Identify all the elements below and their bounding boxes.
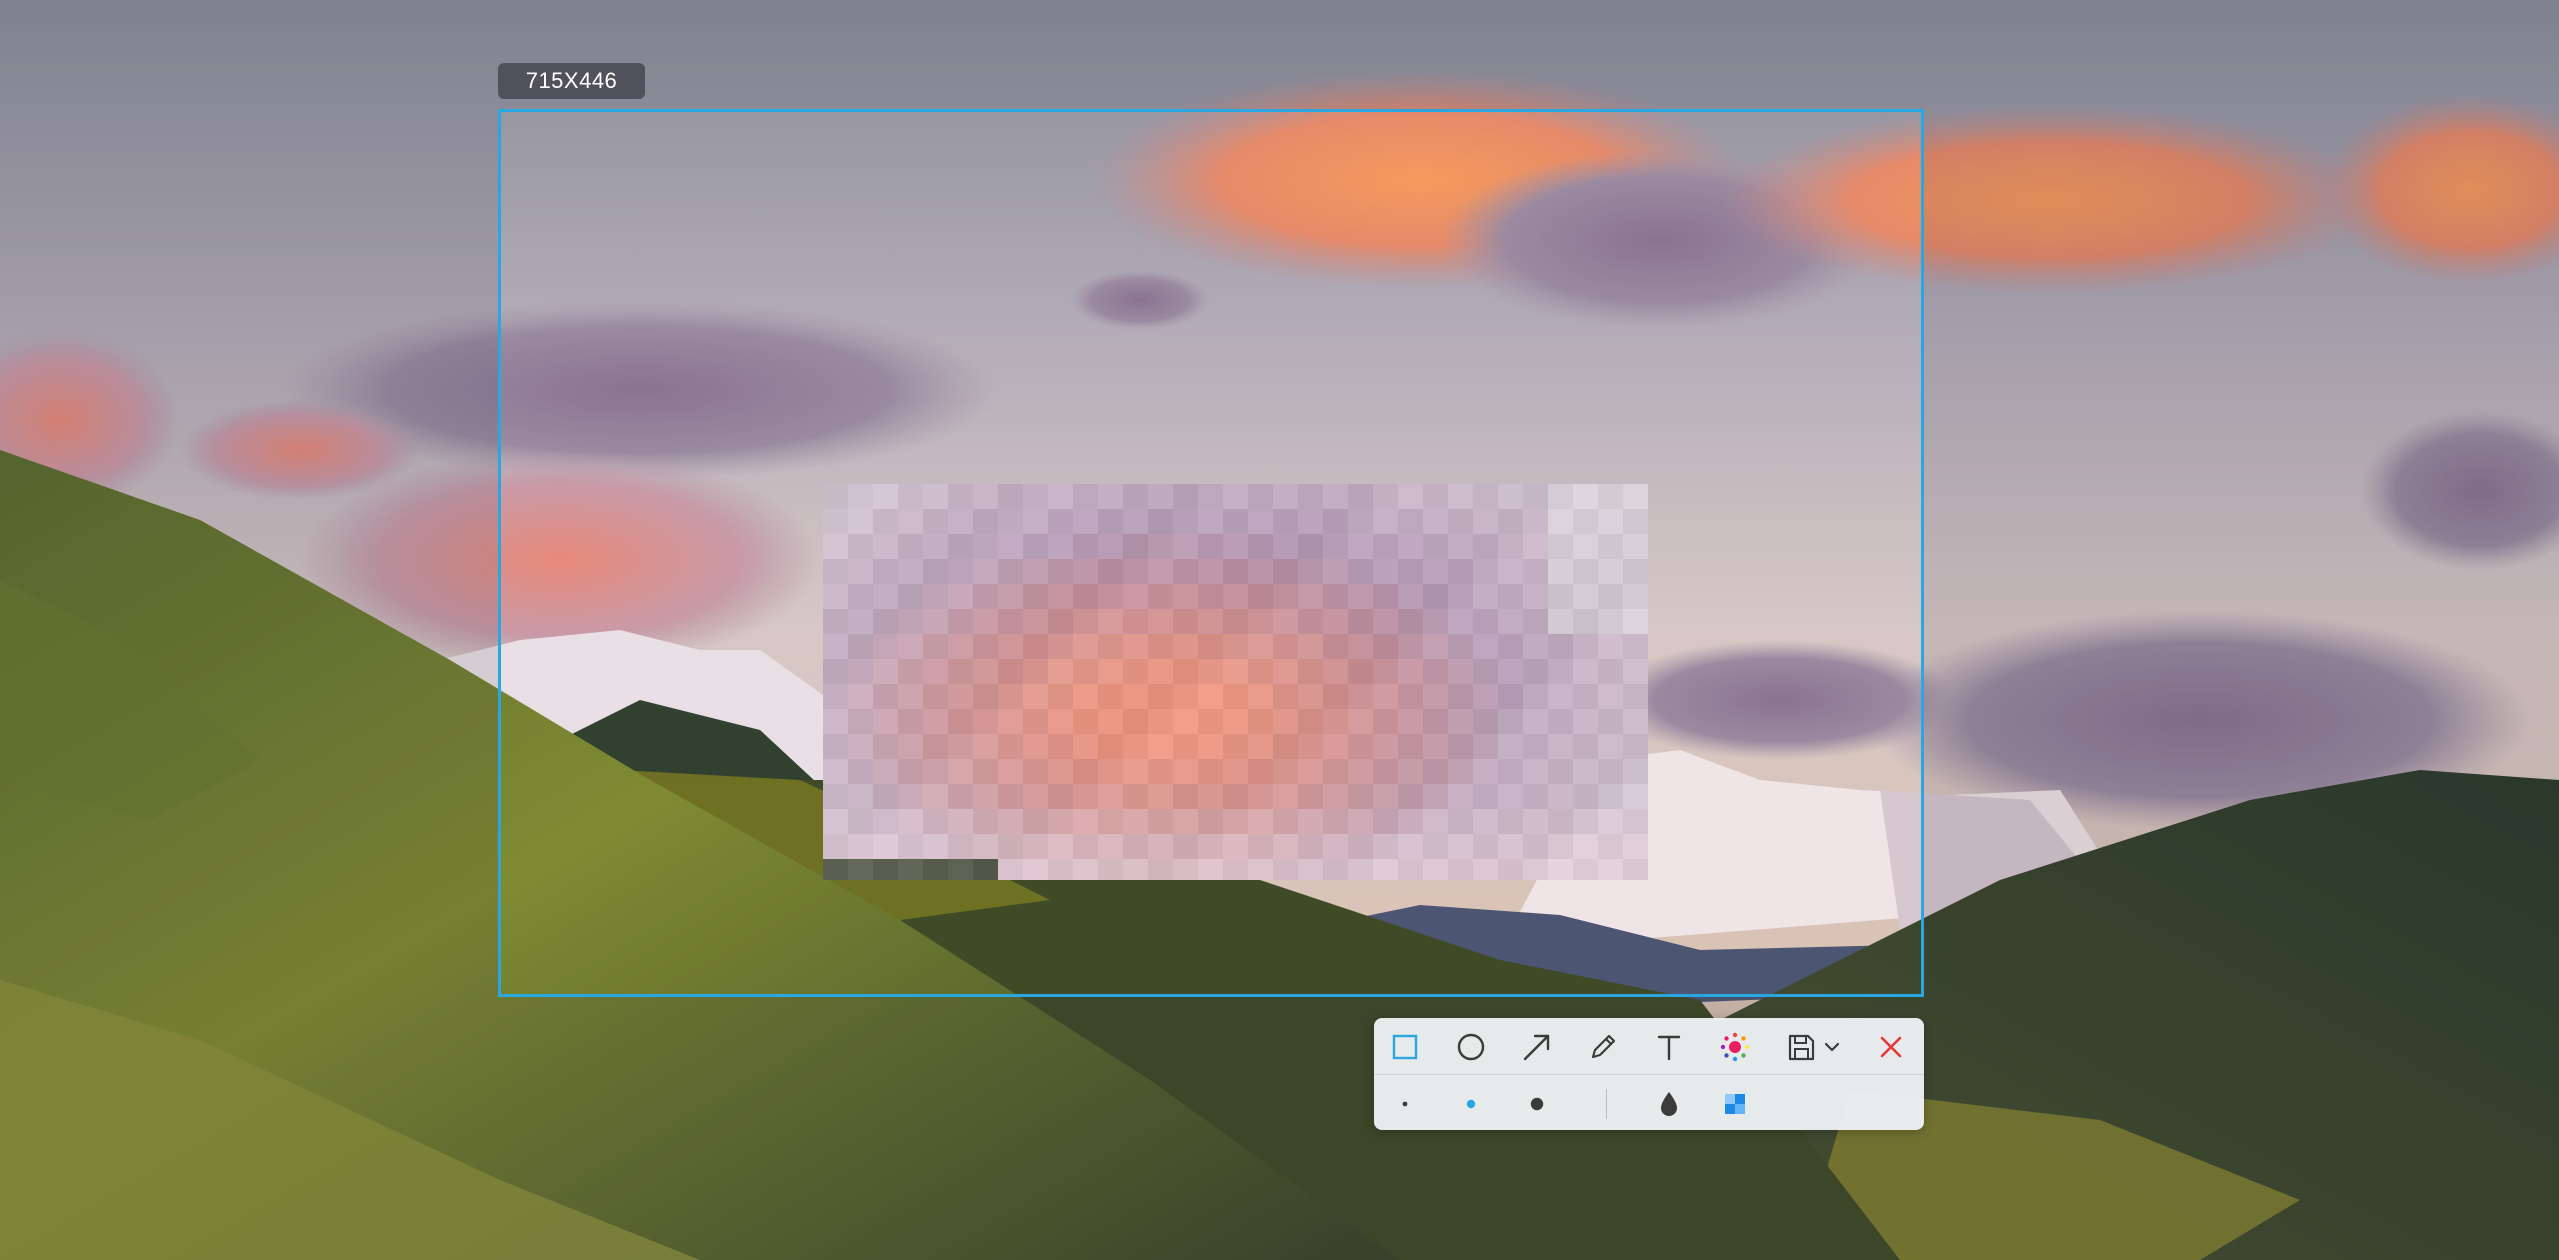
arrow-icon bbox=[1523, 1034, 1550, 1061]
toolbar-separator bbox=[1606, 1089, 1607, 1119]
mosaic-icon bbox=[1725, 1094, 1745, 1114]
close-icon bbox=[1880, 1036, 1902, 1058]
save-options-dropdown[interactable] bbox=[1820, 1028, 1844, 1066]
text-tool-button[interactable] bbox=[1650, 1028, 1688, 1066]
rectangle-icon bbox=[1392, 1034, 1418, 1060]
dim-overlay-top bbox=[0, 0, 2559, 109]
brush-size-small-button[interactable] bbox=[1386, 1085, 1424, 1123]
color-picker-icon bbox=[1720, 1032, 1750, 1062]
desktop-background: 715X446 bbox=[0, 0, 2559, 1260]
pencil-icon bbox=[1591, 1034, 1616, 1059]
arrow-tool-button[interactable] bbox=[1518, 1028, 1556, 1066]
dim-overlay-left bbox=[0, 109, 498, 997]
selection-size-label: 715X446 bbox=[498, 63, 645, 99]
close-button[interactable] bbox=[1872, 1028, 1910, 1066]
capture-selection[interactable] bbox=[498, 109, 1924, 997]
toolbar-tools-row bbox=[1374, 1018, 1924, 1074]
brush-size-medium-icon bbox=[1466, 1099, 1476, 1109]
ellipse-icon bbox=[1457, 1033, 1485, 1061]
chevron-down-icon bbox=[1824, 1042, 1840, 1052]
blur-tool-button[interactable] bbox=[1650, 1085, 1688, 1123]
rectangle-tool-button[interactable] bbox=[1386, 1028, 1424, 1066]
mosaic-tool-button[interactable] bbox=[1716, 1085, 1754, 1123]
dim-overlay-bottom bbox=[0, 997, 2559, 1260]
brush-size-large-icon bbox=[1530, 1097, 1544, 1111]
annotation-toolbar bbox=[1374, 1018, 1924, 1130]
text-icon bbox=[1657, 1035, 1681, 1061]
blur-drop-icon bbox=[1661, 1092, 1677, 1116]
toolbar-options-row bbox=[1374, 1074, 1924, 1131]
save-icon bbox=[1788, 1034, 1815, 1061]
pencil-tool-button[interactable] bbox=[1584, 1028, 1622, 1066]
color-picker-button[interactable] bbox=[1716, 1028, 1754, 1066]
brush-size-large-button[interactable] bbox=[1518, 1085, 1556, 1123]
save-button[interactable] bbox=[1782, 1028, 1820, 1066]
dim-overlay-right bbox=[1924, 109, 2559, 997]
brush-size-small-icon bbox=[1402, 1101, 1408, 1107]
brush-size-medium-button[interactable] bbox=[1452, 1085, 1490, 1123]
ellipse-tool-button[interactable] bbox=[1452, 1028, 1490, 1066]
